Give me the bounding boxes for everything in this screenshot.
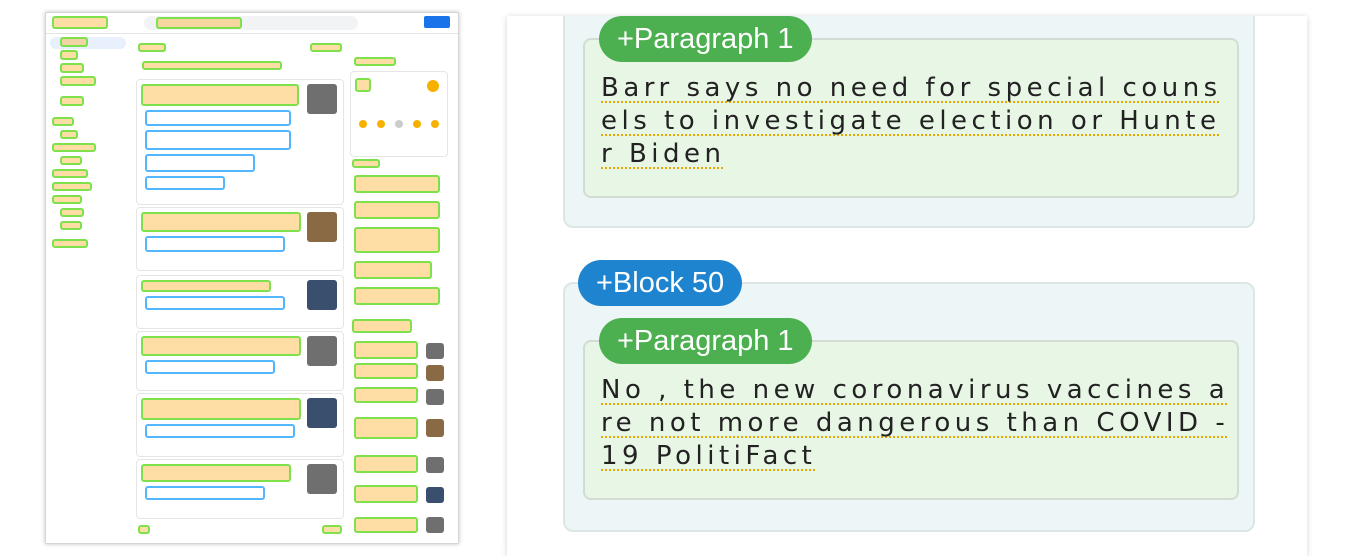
thumb-footer-hl-2 xyxy=(322,525,342,534)
thumb-card-6-title xyxy=(141,464,291,482)
thumb-card-1-sub-2 xyxy=(145,130,291,150)
thumb-side-6 xyxy=(354,485,418,503)
thumb-nav-hl-8 xyxy=(52,143,96,152)
paragraph-container: No , the new coronavirus vaccines are no… xyxy=(583,340,1239,500)
thumb-weather-card xyxy=(350,71,448,157)
thumb-card-5 xyxy=(136,393,344,457)
article-image-icon xyxy=(307,84,337,114)
sun-icon xyxy=(359,120,367,128)
thumb-card-5-sub xyxy=(145,424,295,438)
thumb-card-3-title xyxy=(141,280,271,292)
thumb-nav-hl-5 xyxy=(60,96,84,106)
thumbnail-top-bar xyxy=(46,13,458,34)
block-container: No , the new coronavirus vaccines are no… xyxy=(563,282,1255,532)
thumb-nav-hl-6 xyxy=(52,117,74,126)
thumb-factcheck-4 xyxy=(354,261,432,279)
thumb-nav-hl-11 xyxy=(52,182,92,191)
article-image-icon xyxy=(307,398,337,428)
sun-icon xyxy=(413,120,421,128)
thumb-side-4 xyxy=(354,417,418,439)
article-image-icon xyxy=(426,487,444,503)
article-image-icon xyxy=(426,365,444,381)
thumb-factcheck-2 xyxy=(354,201,440,219)
thumb-card-3 xyxy=(136,275,344,329)
thumb-nav-hl-12 xyxy=(52,195,82,204)
article-image-icon xyxy=(307,212,337,242)
thumb-card-6 xyxy=(136,459,344,519)
thumb-notice-hl xyxy=(142,61,282,70)
thumb-nav-hl-3 xyxy=(60,63,84,73)
thumb-weather-hl xyxy=(354,57,396,66)
thumb-card-1-sub-4 xyxy=(145,176,225,190)
article-image-icon xyxy=(426,419,444,437)
thumb-factcheck-1 xyxy=(354,175,440,193)
thumb-factcheck-3 xyxy=(354,227,440,253)
thumb-card-5-title xyxy=(141,398,301,420)
annotation-panel: Barr says no need for special counsels t… xyxy=(507,16,1307,556)
thumb-side-2 xyxy=(354,363,418,379)
thumb-card-4-title xyxy=(141,336,301,356)
thumb-side-5 xyxy=(354,455,418,473)
paragraph-tag[interactable]: +Paragraph 1 xyxy=(599,318,812,364)
thumb-side-1 xyxy=(354,341,418,359)
sun-icon xyxy=(377,120,385,128)
thumb-nav-hl-1 xyxy=(60,37,88,47)
thumb-nav-hl-14 xyxy=(60,221,82,230)
block-container: Barr says no need for special counsels t… xyxy=(563,16,1255,228)
sun-icon xyxy=(427,80,439,92)
paragraph-tag[interactable]: +Paragraph 1 xyxy=(599,16,812,62)
paragraph-text: Barr says no need for special counsels t… xyxy=(601,73,1222,169)
thumb-card-1 xyxy=(136,79,344,205)
thumb-nav-hl-9 xyxy=(60,156,82,165)
article-image-icon xyxy=(426,343,444,359)
thumb-more-hl xyxy=(310,43,342,52)
news-page-thumbnail xyxy=(45,12,459,544)
thumb-search-highlight xyxy=(156,17,242,29)
thumb-card-6-sub xyxy=(145,486,265,500)
article-image-icon xyxy=(426,457,444,473)
thumb-card-1-title xyxy=(141,84,299,106)
thumb-factcheck-hl xyxy=(352,159,380,168)
thumb-card-2 xyxy=(136,207,344,271)
thumb-card-3-sub xyxy=(145,296,285,310)
article-image-icon xyxy=(307,280,337,310)
thumb-card-2-sub xyxy=(145,236,285,252)
thumb-headlines-hl xyxy=(138,43,166,52)
block-tag[interactable]: +Block 50 xyxy=(578,260,743,306)
thumb-card-4 xyxy=(136,331,344,391)
thumb-footer-hl-1 xyxy=(138,525,150,534)
thumb-nav-hl-10 xyxy=(52,169,88,178)
article-image-icon xyxy=(307,336,337,366)
paragraph-text: No , the new coronavirus vaccines are no… xyxy=(601,375,1230,471)
thumb-nav-hl-13 xyxy=(60,208,84,217)
cloud-icon xyxy=(395,120,403,128)
thumb-logo-highlight xyxy=(52,16,108,29)
thumb-card-1-sub-3 xyxy=(145,154,255,172)
thumb-card-2-title xyxy=(141,212,301,232)
article-image-icon xyxy=(426,389,444,405)
thumb-side-7 xyxy=(354,517,418,533)
thumb-foryou-hl xyxy=(352,319,412,333)
thumb-signin-button xyxy=(424,16,450,28)
thumb-nav-hl-2 xyxy=(60,50,78,60)
article-image-icon xyxy=(426,517,444,533)
thumb-card-4-sub xyxy=(145,360,275,374)
thumb-card-1-sub-1 xyxy=(145,110,291,126)
thumb-side-3 xyxy=(354,387,418,403)
thumb-weather-temp xyxy=(355,78,371,92)
thumb-nav-hl-15 xyxy=(52,239,88,248)
sun-icon xyxy=(431,120,439,128)
thumb-nav-hl-7 xyxy=(60,130,78,139)
thumb-factcheck-5 xyxy=(354,287,440,305)
thumb-nav-hl-4 xyxy=(60,76,96,86)
article-image-icon xyxy=(307,464,337,494)
paragraph-container: Barr says no need for special counsels t… xyxy=(583,38,1239,198)
